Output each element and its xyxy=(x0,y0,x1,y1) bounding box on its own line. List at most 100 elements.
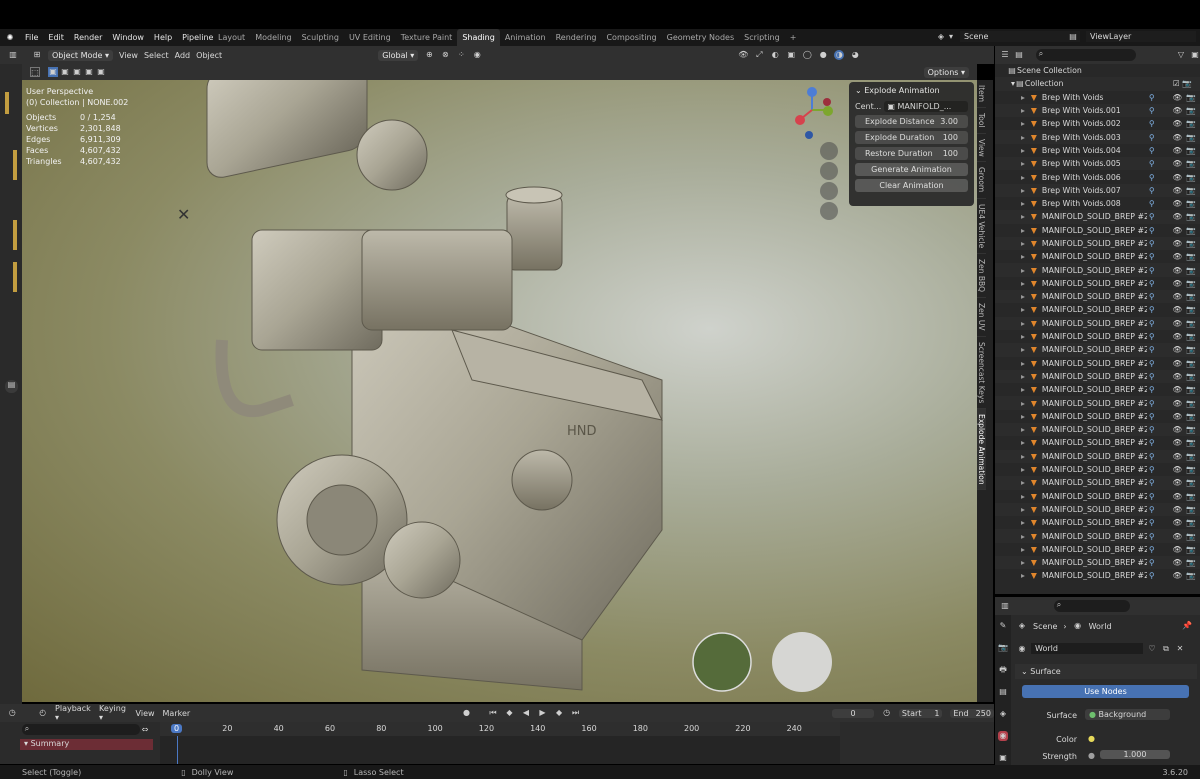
expand-arrow-icon[interactable]: ▸ xyxy=(1021,345,1025,354)
menu-edit[interactable]: Edit xyxy=(43,33,69,42)
eye-icon[interactable]: 👁 xyxy=(1172,173,1182,182)
expand-arrow-icon[interactable]: ▸ xyxy=(1021,305,1025,314)
expand-arrow-icon[interactable]: ▸ xyxy=(1021,518,1025,527)
eye-icon[interactable]: 👁 xyxy=(1172,159,1182,168)
editor-type-icon[interactable]: ▥ xyxy=(8,50,18,60)
blender-logo-icon[interactable]: ✺ xyxy=(5,33,15,43)
outliner-item[interactable]: ▸ ▼ MANIFOLD_SOLID_BREP #223⚲ 👁 📷 xyxy=(995,555,1200,570)
expand-arrow-icon[interactable]: ▸ xyxy=(1021,332,1025,341)
panel-header[interactable]: ⌄ Explode Animation xyxy=(849,82,974,99)
menu-file[interactable]: File xyxy=(20,33,43,42)
add-menu[interactable]: Add xyxy=(175,51,191,60)
clock-icon[interactable]: ◷ xyxy=(882,708,891,718)
clear-animation-button[interactable]: Clear Animation xyxy=(855,179,968,192)
jump-start-icon[interactable]: ⏮ xyxy=(489,708,498,718)
object-menu[interactable]: Object xyxy=(196,51,222,60)
eye-icon[interactable]: 👁 xyxy=(1172,266,1182,275)
camera-icon[interactable]: 📷 xyxy=(1186,399,1196,408)
expand-arrow-icon[interactable]: ▸ xyxy=(1021,372,1025,381)
pivot-icon[interactable]: ⊕ xyxy=(424,50,434,60)
scene-tab-icon[interactable]: ◈ xyxy=(998,709,1008,719)
camera-icon[interactable]: 📷 xyxy=(1186,119,1196,128)
outliner-item[interactable]: ▸ ▼ Brep With Voids.006 ⚲ 👁 📷 xyxy=(995,170,1200,183)
camera-icon[interactable]: 📷 xyxy=(1186,319,1196,328)
visibility-icon[interactable]: 👁 xyxy=(738,50,748,60)
xray-icon[interactable]: ▣ xyxy=(786,50,796,60)
tool-tab-icon[interactable]: ✎ xyxy=(998,621,1008,631)
explode-field-2[interactable]: Restore Duration 100 xyxy=(855,147,968,160)
camera-icon[interactable]: 📷 xyxy=(1186,212,1196,221)
eye-icon[interactable]: 👁 xyxy=(1172,545,1182,554)
checkbox-icon[interactable]: ☑ 📷 xyxy=(1173,79,1192,88)
eye-icon[interactable]: 👁 xyxy=(1172,252,1182,261)
pin-icon[interactable]: 📌 xyxy=(1182,621,1192,631)
duplicate-icon[interactable]: ⧉ xyxy=(1161,644,1171,654)
sidebar-tab-item[interactable]: Item xyxy=(977,80,986,109)
scene-name[interactable]: Scene xyxy=(960,31,1080,42)
render-tab-icon[interactable]: 📷 xyxy=(998,643,1008,653)
dopesheet-area[interactable]: 0 20 40 60 80 100 120 140 160 180 200 220 240 xyxy=(160,722,840,764)
outliner-item[interactable]: ▸ ▼ MANIFOLD_SOLID_BREP #222⚲ 👁 📷 xyxy=(995,369,1200,384)
eye-icon[interactable]: 👁 xyxy=(1172,452,1182,461)
viewlayer-name[interactable]: ViewLayer xyxy=(1086,31,1196,42)
start-frame-field[interactable]: Start 1 xyxy=(898,708,943,718)
eye-icon[interactable]: 👁 xyxy=(1172,558,1182,567)
menu-window[interactable]: Window xyxy=(107,33,149,42)
snap-icon[interactable]: ⊗ xyxy=(440,50,450,60)
expand-arrow-icon[interactable]: ▸ xyxy=(1021,412,1025,421)
expand-arrow-icon[interactable]: ▸ xyxy=(1021,532,1025,541)
view-menu[interactable]: View xyxy=(119,51,138,60)
snap-grid-icon[interactable]: ⁘ xyxy=(456,50,466,60)
camera-icon[interactable]: 📷 xyxy=(1186,372,1196,381)
workspace-tab-modeling[interactable]: Modeling xyxy=(250,29,296,46)
outliner-item[interactable]: ▸ ▼ Brep With Voids.001 ⚲ 👁 📷 xyxy=(995,103,1200,118)
expand-arrow-icon[interactable]: ▸ xyxy=(1021,212,1025,221)
eye-icon[interactable]: 👁 xyxy=(1172,492,1182,501)
camera-icon[interactable]: 📷 xyxy=(1186,359,1196,368)
camera-icon[interactable]: 📷 xyxy=(1186,292,1196,301)
camera-icon[interactable]: 📷 xyxy=(1186,558,1196,567)
eye-icon[interactable]: 👁 xyxy=(1172,119,1182,128)
jump-end-icon[interactable]: ⏭ xyxy=(571,708,580,718)
outliner-item[interactable]: ▸ ▼ MANIFOLD_SOLID_BREP #218⚲ 👁 📷 xyxy=(995,263,1200,277)
outliner-item[interactable]: ▸ ▼ MANIFOLD_SOLID_BREP #218⚲ 👁 📷 xyxy=(995,236,1200,251)
camera-icon[interactable]: 📷 xyxy=(1186,518,1196,527)
toolbar-handle[interactable] xyxy=(13,150,17,180)
outliner-item[interactable]: ▸ ▼ MANIFOLD_SOLID_BREP #218⚲ 👁 📷 xyxy=(995,277,1200,290)
outliner-editor-icon[interactable]: ☰ xyxy=(1000,50,1010,60)
eye-icon[interactable]: 👁 xyxy=(1172,146,1182,155)
sidebar-tab-zen-uv[interactable]: Zen UV xyxy=(977,298,986,337)
keying-menu[interactable]: Keying ▾ xyxy=(99,704,128,722)
camera-icon[interactable]: 📷 xyxy=(1186,492,1196,501)
use-nodes-button[interactable]: Use Nodes xyxy=(1022,685,1189,698)
wireframe-shading-icon[interactable]: ◯ xyxy=(802,50,812,60)
eye-icon[interactable]: 👁 xyxy=(1172,226,1182,235)
play-icon[interactable]: ▶ xyxy=(538,708,547,718)
expand-arrow-icon[interactable]: ▸ xyxy=(1021,266,1025,275)
outliner-item[interactable]: ▸ ▼ Brep With Voids.008 ⚲ 👁 📷 xyxy=(995,197,1200,210)
outliner-item[interactable]: ▸ ▼ MANIFOLD_SOLID_BREP #222⚲ 👁 📷 xyxy=(995,396,1200,410)
workspace-tab-animation[interactable]: Animation xyxy=(500,29,551,46)
workspace-tab-sculpting[interactable]: Sculpting xyxy=(297,29,344,46)
playhead-line[interactable] xyxy=(177,736,178,764)
workspace-tab-rendering[interactable]: Rendering xyxy=(551,29,602,46)
explode-field-0[interactable]: Explode Distance 3.00 xyxy=(855,115,968,128)
expand-arrow-icon[interactable]: ▸ xyxy=(1021,399,1025,408)
outliner-item[interactable]: ▸ ▼ Brep With Voids.007 ⚲ 👁 📷 xyxy=(995,183,1200,197)
eye-icon[interactable]: 👁 xyxy=(1172,199,1182,208)
select-box-icon[interactable]: ⬚ xyxy=(30,67,40,77)
select-intersect-icon[interactable]: ▣ xyxy=(96,67,106,77)
sidebar-tab-screencast-keys[interactable]: Screencast Keys xyxy=(977,337,986,409)
frame-ruler[interactable]: 0 20 40 60 80 100 120 140 160 180 200 220 240 xyxy=(160,722,840,736)
properties-search-input[interactable]: ⌕ xyxy=(1054,600,1130,612)
sidebar-tab-ue4-vehicle[interactable]: UE4 Vehicle xyxy=(977,199,986,254)
outliner-item[interactable]: ▸ ▼ MANIFOLD_SOLID_BREP #222⚲ 👁 📷 xyxy=(995,463,1200,476)
camera-icon[interactable]: 📷 xyxy=(1186,133,1196,142)
expand-arrow-icon[interactable]: ▸ xyxy=(1021,252,1025,261)
view-layer-tab-icon[interactable]: ▤ xyxy=(998,687,1008,697)
expand-arrow-icon[interactable]: ▸ xyxy=(1021,478,1025,487)
outliner-item[interactable]: ▸ ▼ MANIFOLD_SOLID_BREP #222⚲ 👁 📷 xyxy=(995,490,1200,503)
workspace-tab-uv-editing[interactable]: UV Editing xyxy=(344,29,396,46)
outliner-item[interactable]: ▸ ▼ MANIFOLD_SOLID_BREP #222⚲ 👁 📷 xyxy=(995,436,1200,449)
eye-icon[interactable]: 👁 xyxy=(1172,133,1182,142)
